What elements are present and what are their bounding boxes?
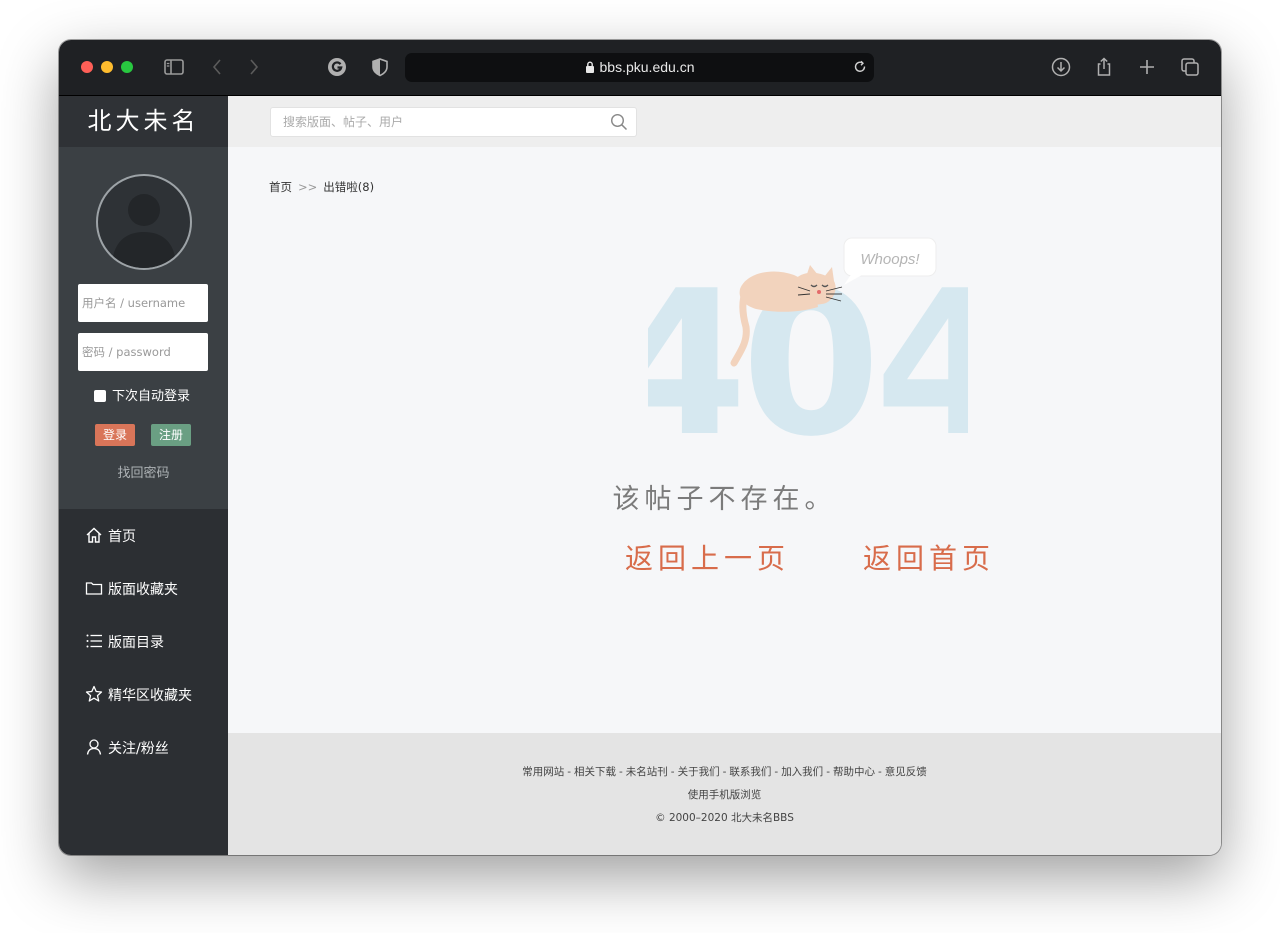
url-text: bbs.pku.edu.cn [599,59,695,75]
search-input[interactable] [281,114,585,130]
back-link[interactable]: 返回上一页 [625,537,790,577]
whoops-text: Whoops! [860,251,920,268]
sidebar-item-label: 首页 [108,529,136,545]
address-bar[interactable]: bbs.pku.edu.cn [405,53,874,82]
sidebar-nav: 首页 版面收藏夹 版面目录 精华区收藏夹 关注/粉丝 [59,509,228,774]
sidebar-toggle-icon[interactable] [163,56,185,78]
password-input[interactable] [78,333,208,371]
breadcrumb-current: 出错啦(8) [323,180,375,194]
zoom-window-button[interactable] [121,61,133,73]
home-link[interactable]: 返回首页 [863,537,995,577]
share-icon[interactable] [1093,56,1115,78]
tab-overview-icon[interactable] [1179,56,1201,78]
folder-icon [85,579,103,597]
sidebar-item-label: 关注/粉丝 [108,741,169,757]
forward-arrow-icon[interactable] [242,56,264,78]
copyright: © 2000–2020 北大未名BBS [655,812,794,824]
error-404-illustration: 404 Whoops! [648,237,968,457]
avatar [96,174,192,270]
minimize-window-button[interactable] [101,61,113,73]
sidebar-item-home[interactable]: 首页 [59,509,228,562]
url-display: bbs.pku.edu.cn [405,59,874,76]
sidebar-item-follow-fans[interactable]: 关注/粉丝 [59,721,228,774]
footer-link-help[interactable]: 帮助中心 [833,766,875,778]
close-window-button[interactable] [81,61,93,73]
new-tab-icon[interactable] [1136,56,1158,78]
error-message: 该帖子不存在。 [612,484,837,515]
remember-checkbox[interactable] [94,390,106,402]
footer-link-feedback[interactable]: 意见反馈 [885,766,927,778]
list-icon [85,632,103,650]
site-logo[interactable]: 北大未名 [59,96,228,147]
footer-link-journal[interactable]: 未名站刊 [626,766,668,778]
footer-link-join[interactable]: 加入我们 [781,766,823,778]
forgot-password-link[interactable]: 找回密码 [59,462,228,481]
sidebar-item-digest-favorites[interactable]: 精华区收藏夹 [59,668,228,721]
sidebar: 北大未名 下次自动登录 登录 注册 找回密码 首页 [59,96,228,855]
breadcrumb-separator: >> [298,180,318,194]
breadcrumb: 首页 >> 出错啦(8) [269,179,374,195]
login-panel: 下次自动登录 登录 注册 找回密码 [59,147,228,509]
person-icon [85,738,103,756]
browser-toolbar: bbs.pku.edu.cn [59,40,1221,96]
star-icon [85,685,103,703]
back-arrow-icon[interactable] [207,56,229,78]
sidebar-item-label: 精华区收藏夹 [108,688,192,704]
remember-me[interactable]: 下次自动登录 [94,385,190,404]
login-button[interactable]: 登录 [95,424,136,446]
search-box[interactable] [270,107,637,137]
breadcrumb-home[interactable]: 首页 [269,180,292,194]
remember-label: 下次自动登录 [112,389,191,404]
sidebar-item-board-directory[interactable]: 版面目录 [59,615,228,668]
footer-link-downloads[interactable]: 相关下载 [574,766,616,778]
footer-link-about[interactable]: 关于我们 [678,766,720,778]
sidebar-item-label: 版面收藏夹 [108,582,178,598]
footer-links: 常用网站 - 相关下载 - 未名站刊 - 关于我们 - 联系我们 - 加入我们 - 帮助中心 - 意见反馈 [522,766,927,778]
footer-link-contact[interactable]: 联系我们 [729,766,771,778]
main-content: 首页 >> 出错啦(8) 404 Whoops! 该帖子不存在。 返回上一页 返… [228,147,1221,733]
register-button[interactable]: 注册 [151,424,192,446]
username-input[interactable] [78,284,208,322]
reload-icon[interactable] [852,59,868,75]
sidebar-item-board-favorites[interactable]: 版面收藏夹 [59,562,228,615]
grammarly-extension-icon[interactable] [326,56,348,78]
search-strip [228,96,1221,147]
browser-window: bbs.pku.edu.cn 北大未名 用户名 / username 下次自动登… [59,40,1221,855]
lock-icon [585,60,595,76]
footer-link-common-sites[interactable]: 常用网站 [522,766,564,778]
sidebar-item-label: 版面目录 [108,635,164,651]
privacy-shield-icon[interactable] [369,56,391,78]
footer: 常用网站 - 相关下载 - 未名站刊 - 关于我们 - 联系我们 - 加入我们 - 帮助中心 - 意见反馈 … [228,733,1221,855]
search-icon[interactable] [610,113,628,131]
downloads-icon[interactable] [1050,56,1072,78]
mobile-version-link[interactable]: 使用手机版浏览 [228,787,1221,802]
home-icon [85,526,103,544]
